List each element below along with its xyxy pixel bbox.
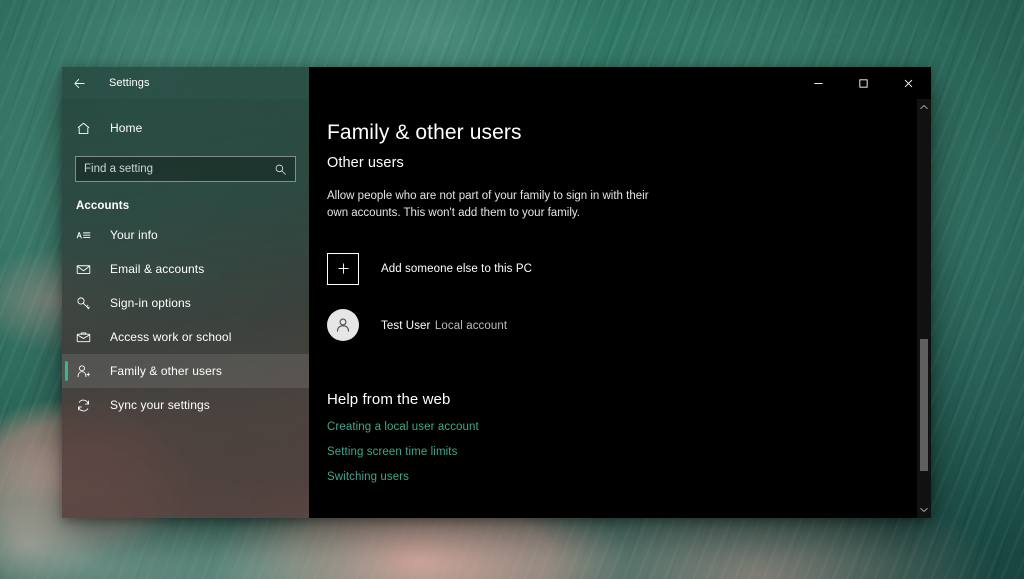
content-scrollbar[interactable] [917,99,931,518]
sidebar: Home Accounts [62,99,309,518]
sidebar-section-header: Accounts [76,200,309,212]
person-add-icon [76,364,98,379]
add-user-button[interactable]: Add someone else to this PC [327,247,538,291]
briefcase-icon [76,330,98,345]
scrollbar-thumb[interactable] [920,339,928,471]
maximize-button[interactable] [841,67,886,99]
sidebar-item-home-label: Home [110,121,142,135]
minimize-button[interactable] [796,67,841,99]
window-body: Home Accounts [62,99,931,518]
user-account-name: Test User [381,320,430,332]
help-link-creating-local-user-account[interactable]: Creating a local user account [327,421,479,433]
search-input[interactable] [76,157,295,181]
avatar [327,309,359,341]
page-title: Family & other users [327,121,903,145]
sidebar-item-sync-your-settings[interactable]: Sync your settings [62,388,309,422]
user-account-text: Test User Local account [381,316,507,334]
section-title: Other users [327,155,903,171]
sync-icon [76,398,98,413]
sidebar-item-sign-in-options-label: Sign-in options [110,296,191,310]
close-icon [903,78,914,89]
back-button[interactable] [62,67,96,99]
plus-icon [327,253,359,285]
scrollbar-down-arrow[interactable] [917,502,931,518]
help-link-setting-screen-time-limits[interactable]: Setting screen time limits [327,446,457,458]
sidebar-item-email-accounts-label: Email & accounts [110,262,204,276]
help-section-title: Help from the web [327,391,903,408]
title-bar: Settings [62,67,931,99]
user-account-row[interactable]: Test User Local account [327,303,513,347]
content-pane: Family & other users Other users Allow p… [309,99,931,518]
sidebar-item-your-info-label: Your info [110,228,158,242]
mail-icon [76,262,98,277]
home-icon [76,121,98,136]
sidebar-item-sign-in-options[interactable]: Sign-in options [62,286,309,320]
search-icon[interactable] [270,157,290,181]
minimize-icon [813,78,824,89]
sidebar-item-your-info[interactable]: Your info [62,218,309,252]
key-icon [76,296,98,311]
scrollbar-track[interactable] [917,115,931,502]
sidebar-item-family-other-users-label: Family & other users [110,364,222,378]
search-box[interactable] [75,156,296,182]
settings-window: Settings [62,67,931,518]
add-user-label: Add someone else to this PC [381,263,532,275]
person-icon [333,315,353,335]
scrollbar-up-arrow[interactable] [917,99,931,115]
your-info-icon [76,228,98,243]
sidebar-item-sync-your-settings-label: Sync your settings [110,398,210,412]
content-inner: Family & other users Other users Allow p… [309,121,931,518]
sidebar-item-access-work-or-school[interactable]: Access work or school [62,320,309,354]
back-arrow-icon [73,77,86,90]
desktop-background: Settings [0,0,1024,579]
title-bar-left: Settings [62,67,309,99]
title-bar-right [309,67,931,99]
sidebar-item-access-work-or-school-label: Access work or school [110,330,231,344]
section-description: Allow people who are not part of your fa… [327,188,672,223]
user-account-type: Local account [435,320,507,332]
maximize-icon [858,78,869,89]
sidebar-item-email-accounts[interactable]: Email & accounts [62,252,309,286]
sidebar-item-family-other-users[interactable]: Family & other users [62,354,309,388]
help-link-switching-users[interactable]: Switching users [327,471,409,483]
sidebar-item-home[interactable]: Home [62,111,309,145]
close-button[interactable] [886,67,931,99]
window-title: Settings [109,77,150,89]
